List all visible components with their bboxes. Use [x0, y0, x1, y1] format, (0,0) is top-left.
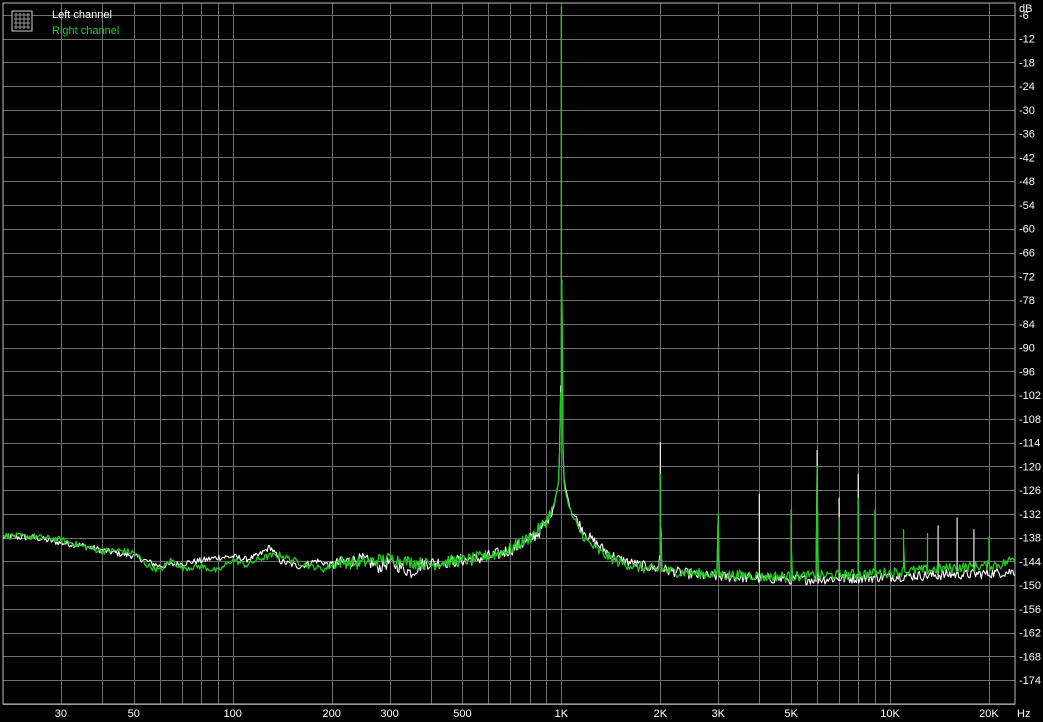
grid-icon: [11, 10, 33, 32]
y-unit-label: dB: [1019, 3, 1032, 15]
y-tick-label: -24: [1019, 81, 1035, 93]
x-tick-label: 200: [322, 708, 340, 720]
x-tick-label: 100: [224, 708, 242, 720]
y-tick-label: -18: [1019, 57, 1035, 69]
y-tick-label: -36: [1019, 129, 1035, 141]
y-tick-label: -90: [1019, 343, 1035, 355]
plot-background: [0, 0, 1043, 722]
y-tick-label: -156: [1019, 604, 1041, 616]
y-tick-label: -42: [1019, 152, 1035, 164]
legend-right-channel: Right channel: [52, 25, 119, 37]
y-tick-label: -126: [1019, 485, 1041, 497]
y-tick-label: -72: [1019, 271, 1035, 283]
x-tick-label: 20K: [979, 708, 999, 720]
y-tick-label: -120: [1019, 461, 1041, 473]
y-tick-label: -48: [1019, 176, 1035, 188]
y-tick-label: -174: [1019, 675, 1041, 687]
y-tick-label: -132: [1019, 509, 1041, 521]
y-tick-label: -30: [1019, 105, 1035, 117]
x-unit-label: Hz: [1017, 708, 1030, 720]
grid-icon-frame: [11, 10, 33, 32]
spectrum-chart: -6-12-18-24-30-36-42-48-54-60-66-72-78-8…: [0, 0, 1043, 722]
x-tick-label: 30: [55, 708, 67, 720]
x-tick-label: 2K: [654, 708, 668, 720]
x-tick-label: 1K: [555, 708, 569, 720]
y-tick-label: -102: [1019, 390, 1041, 402]
y-tick-label: -84: [1019, 319, 1035, 331]
x-tick-label: 500: [453, 708, 471, 720]
y-tick-label: -60: [1019, 224, 1035, 236]
x-tick-label: 5K: [784, 708, 798, 720]
y-tick-label: -138: [1019, 533, 1041, 545]
x-tick-label: 10K: [880, 708, 900, 720]
y-tick-label: -54: [1019, 200, 1035, 212]
y-tick-label: -168: [1019, 651, 1041, 663]
y-tick-label: -66: [1019, 248, 1035, 260]
x-tick-label: 300: [380, 708, 398, 720]
y-tick-label: -114: [1019, 438, 1040, 450]
y-tick-label: -144: [1019, 556, 1041, 568]
y-tick-label: -108: [1019, 414, 1041, 426]
y-tick-label: -78: [1019, 295, 1035, 307]
legend-left-channel: Left channel: [52, 9, 112, 21]
y-tick-label: -12: [1019, 34, 1035, 46]
x-tick-label: 3K: [711, 708, 725, 720]
x-tick-label: 50: [128, 708, 140, 720]
y-tick-label: -162: [1019, 628, 1041, 640]
y-tick-label: -150: [1019, 580, 1041, 592]
y-tick-label: -96: [1019, 366, 1035, 378]
